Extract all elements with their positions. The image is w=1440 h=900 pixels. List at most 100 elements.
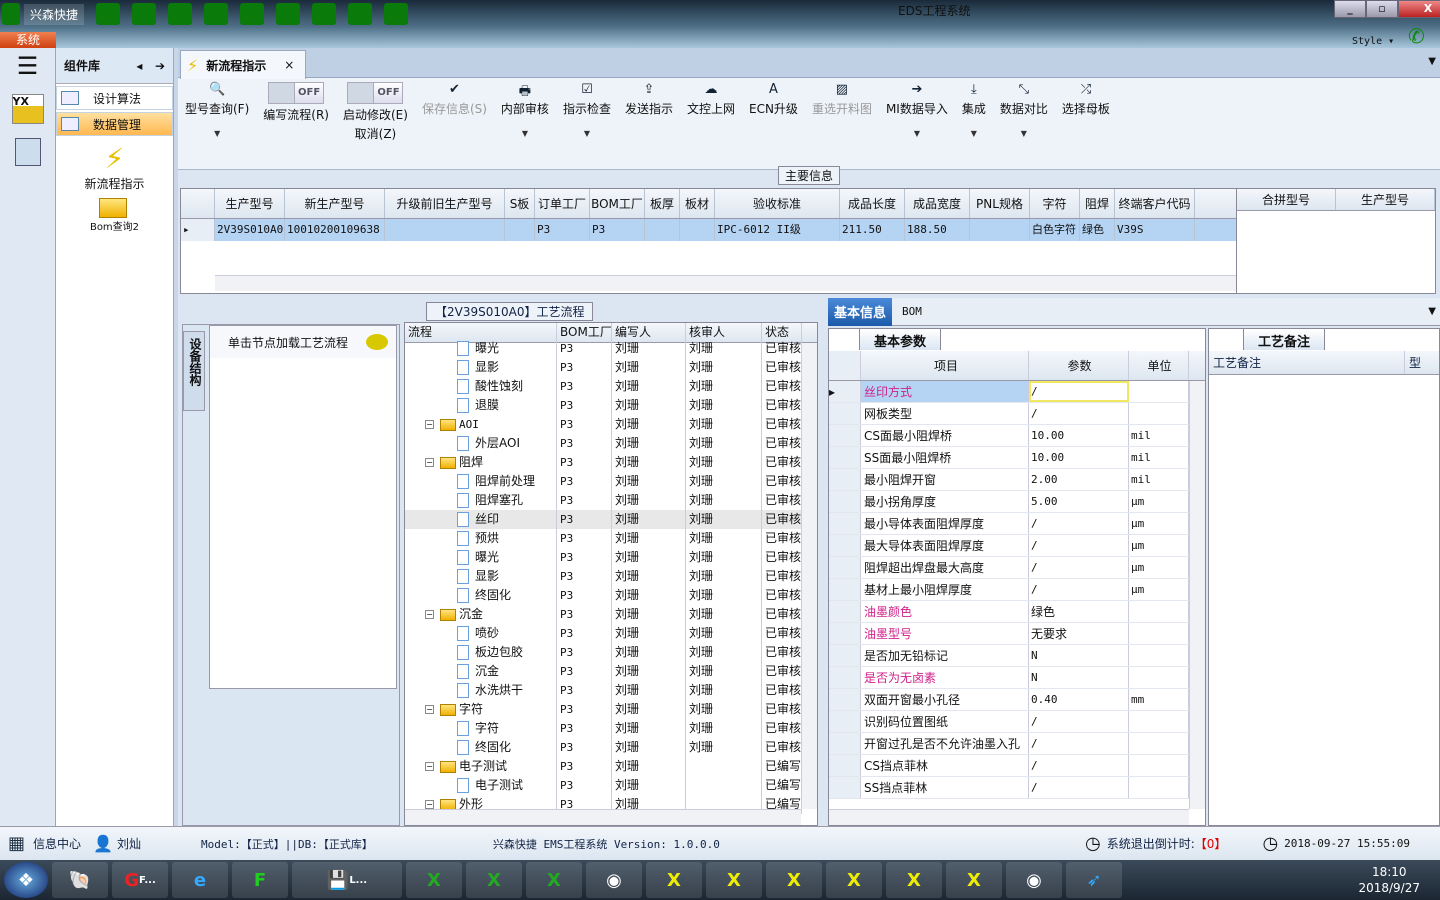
yx-factory-icon[interactable]: YX — [11, 94, 44, 124]
tab-list-dropdown-icon[interactable]: ▼ — [1428, 56, 1436, 67]
search-icon[interactable] — [96, 3, 120, 25]
tree-row[interactable]: 曝光 P3 刘珊 刘珊 已审核 — [405, 339, 817, 358]
hamburger-menu-icon[interactable]: ☰ — [0, 52, 55, 80]
column-header[interactable]: 板厚 — [645, 189, 680, 218]
dropdown-arrow-icon[interactable]: ▼ — [1021, 129, 1027, 138]
tree-node[interactable]: 终固化 — [405, 738, 557, 757]
table-cell[interactable] — [385, 219, 505, 241]
tree-node[interactable]: 沉金 — [405, 662, 557, 681]
pin-icon[interactable]: ➔ — [155, 59, 165, 73]
collapse-toggle-icon[interactable]: − — [425, 610, 434, 619]
tree-row[interactable]: 显影 P3 刘珊 刘珊 已审核 — [405, 567, 817, 586]
ribbon-button-3[interactable]: ✔ 保存信息(S) — [415, 82, 494, 169]
column-header[interactable]: 参数 — [1029, 351, 1129, 380]
process-notes-input[interactable] — [1209, 375, 1405, 805]
ribbon-button-6[interactable]: ⇪ 发送指示 — [618, 82, 680, 169]
tree-row[interactable]: 电子测试 P3 刘珊 已编写 — [405, 776, 817, 795]
table-cell[interactable]: IPC-6012 II级 — [715, 219, 840, 241]
column-header[interactable]: 成品长度 — [840, 189, 905, 218]
tree-node[interactable]: 退膜 — [405, 396, 557, 415]
taskbar-x-window-icon[interactable]: X — [826, 862, 882, 898]
tree-node[interactable]: − 阻焊 — [405, 453, 557, 472]
param-value[interactable]: / — [1029, 535, 1129, 556]
tree-row[interactable]: 丝印 P3 刘珊 刘珊 已审核 — [405, 510, 817, 529]
collapse-toggle-icon[interactable]: − — [425, 458, 434, 467]
dropdown-arrow-icon[interactable]: ▼ — [584, 129, 590, 138]
info-center-link[interactable]: 信息中心 — [33, 835, 81, 852]
scissors-icon[interactable] — [204, 3, 228, 25]
ribbon-button-12[interactable]: ⤡ 数据对比 ▼ — [993, 82, 1055, 169]
ribbon-label[interactable]: 取消(Z) — [355, 125, 397, 142]
tree-row[interactable]: 板边包胶 P3 刘珊 刘珊 已审核 — [405, 643, 817, 662]
tree-row[interactable]: 字符 P3 刘珊 刘珊 已审核 — [405, 719, 817, 738]
copy-icon[interactable] — [276, 3, 300, 25]
column-header[interactable]: 生产型号 — [1336, 189, 1435, 210]
table-cell[interactable]: 2V39S010A0 — [215, 219, 285, 241]
horizontal-scrollbar[interactable] — [405, 809, 801, 825]
table-cell[interactable]: V39S — [1115, 219, 1195, 241]
tree-row[interactable]: 沉金 P3 刘珊 刘珊 已审核 — [405, 662, 817, 681]
tree-node[interactable]: 板边包胶 — [405, 643, 557, 662]
ribbon-button-8[interactable]: A ECN升级 — [742, 82, 805, 169]
start-button[interactable]: ❖ — [4, 862, 48, 898]
component-item-data-management[interactable]: 数据管理 — [56, 112, 173, 136]
column-header[interactable]: 单位 — [1129, 351, 1189, 380]
ribbon-button-0[interactable]: 🔍 型号查询(F) ▼ — [178, 82, 256, 169]
column-header[interactable]: 新生产型号 — [285, 189, 385, 218]
system-menu-tab[interactable]: 系统 — [0, 32, 56, 48]
tree-row[interactable]: − 电子测试 P3 刘珊 已编写 — [405, 757, 817, 776]
table-cell[interactable]: P3 — [590, 219, 645, 241]
column-header[interactable]: 项目 — [861, 351, 1029, 380]
param-value[interactable]: N — [1029, 645, 1129, 666]
tab-bom[interactable]: BOM — [902, 305, 922, 318]
ribbon-button-10[interactable]: ➔ MI数据导入 ▼ — [879, 82, 955, 169]
table-cell[interactable]: 188.50 — [905, 219, 970, 241]
ribbon-button-13[interactable]: ⤮ 选择母板 — [1055, 82, 1117, 169]
param-value[interactable]: / — [1029, 403, 1129, 424]
dropdown-arrow-icon[interactable]: ▼ — [522, 129, 528, 138]
param-value[interactable]: 10.00 — [1029, 447, 1129, 468]
tree-row[interactable]: 外层AOI P3 刘珊 刘珊 已审核 — [405, 434, 817, 453]
taskbar-shell-icon[interactable]: 🐚 — [52, 862, 108, 898]
param-value[interactable]: 5.00 — [1029, 491, 1129, 512]
param-value[interactable]: N — [1029, 667, 1129, 688]
column-header[interactable]: BOM工厂 — [590, 189, 645, 218]
tree-node[interactable]: 曝光 — [405, 339, 557, 358]
system-clock[interactable]: 18:10 2018/9/27 — [1358, 864, 1440, 896]
param-value[interactable]: 无要求 — [1029, 623, 1129, 644]
collapse-left-icon[interactable]: ◂ — [136, 59, 142, 73]
param-row[interactable]: 是否加无铅标记 N — [829, 645, 1205, 667]
style-dropdown[interactable]: Style ▾ — [1352, 36, 1394, 47]
collapse-toggle-icon[interactable]: − — [425, 800, 434, 809]
tree-row[interactable]: 预烘 P3 刘珊 刘珊 已审核 — [405, 529, 817, 548]
param-row[interactable]: 双面开窗最小孔径 0.40 mm — [829, 689, 1205, 711]
param-row[interactable]: CS挡点菲林 / — [829, 755, 1205, 777]
tree-node[interactable]: − 字符 — [405, 700, 557, 719]
ribbon-button-7[interactable]: ☁ 文控上网 — [680, 82, 742, 169]
tab-close-button[interactable]: × — [284, 58, 294, 72]
ribbon-button-9[interactable]: ▨ 重选开料图 — [805, 82, 879, 169]
taskbar-ie-icon[interactable]: e — [172, 862, 228, 898]
param-row[interactable]: ▸ 丝印方式 / — [829, 381, 1205, 403]
table-cell[interactable]: P3 — [535, 219, 590, 241]
param-row[interactable]: SS挡点菲林 / — [829, 777, 1205, 799]
tree-node[interactable]: 终固化 — [405, 586, 557, 605]
taskbar-app-g[interactable]: G F... — [112, 862, 168, 898]
param-row[interactable]: SS面最小阻焊桥 10.00 mil — [829, 447, 1205, 469]
column-header[interactable]: 字符 — [1030, 189, 1080, 218]
table-icon[interactable] — [312, 3, 336, 25]
tab-basic-info[interactable]: 基本信息 — [828, 297, 893, 326]
close-button[interactable]: X — [1398, 0, 1440, 18]
toggle-switch[interactable]: OFF — [347, 82, 404, 104]
tree-node[interactable]: − AOI — [405, 415, 557, 434]
taskbar-excel-icon[interactable]: X — [406, 862, 462, 898]
tree-node[interactable]: 显影 — [405, 358, 557, 377]
param-row[interactable]: 油墨型号 无要求 — [829, 623, 1205, 645]
taskbar-x-window-icon[interactable]: X — [886, 862, 942, 898]
tree-node[interactable]: 字符 — [405, 719, 557, 738]
param-row[interactable]: 识别码位置图纸 / — [829, 711, 1205, 733]
param-row[interactable]: 是否为无卤素 N — [829, 667, 1205, 689]
param-value[interactable]: / — [1029, 513, 1129, 534]
table-cell[interactable] — [505, 219, 535, 241]
tree-row[interactable]: 终固化 P3 刘珊 刘珊 已审核 — [405, 586, 817, 605]
